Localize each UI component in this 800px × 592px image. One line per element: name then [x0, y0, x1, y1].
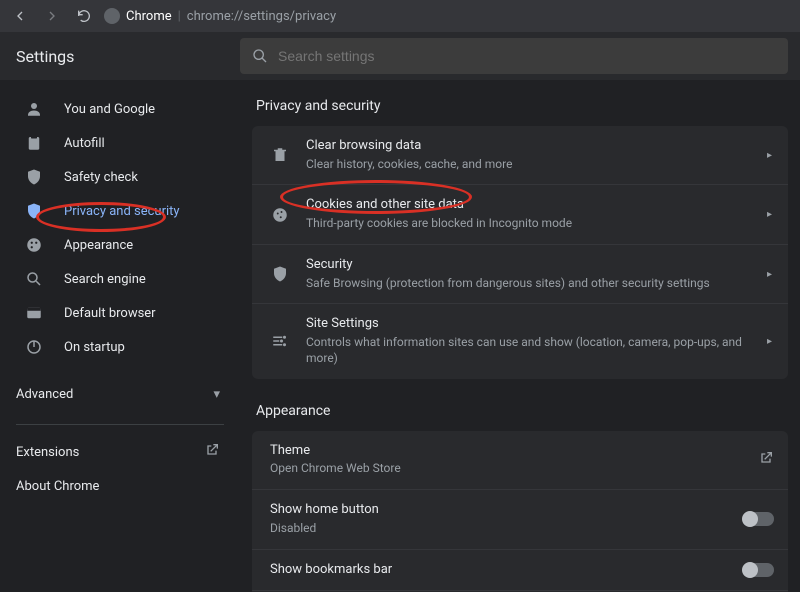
row-title: Security [306, 257, 765, 274]
sidebar-item-label: You and Google [64, 102, 155, 117]
search-icon [24, 269, 44, 289]
sidebar-item-label: Autofill [64, 136, 105, 151]
sidebar-item-appearance[interactable]: Appearance [0, 228, 240, 262]
row-clear-browsing-data[interactable]: Clear browsing data Clear history, cooki… [252, 126, 788, 184]
row-title: Show bookmarks bar [270, 562, 744, 579]
advanced-label: Advanced [16, 387, 73, 402]
shield-icon [266, 265, 294, 283]
row-cookies[interactable]: Cookies and other site data Third-party … [252, 184, 788, 243]
privacy-card: Clear browsing data Clear history, cooki… [252, 126, 788, 379]
settings-header: Settings [0, 32, 800, 80]
chevron-right-icon: ▸ [765, 150, 774, 161]
section-title-privacy: Privacy and security [256, 98, 788, 114]
chevron-right-icon: ▸ [765, 209, 774, 220]
cookie-icon [266, 206, 294, 224]
extensions-label: Extensions [16, 445, 79, 460]
search-icon [252, 48, 268, 64]
sidebar-item-search-engine[interactable]: Search engine [0, 262, 240, 296]
sidebar-item-default-browser[interactable]: Default browser [0, 296, 240, 330]
sidebar-item-label: Safety check [64, 170, 138, 185]
row-subtitle: Third-party cookies are blocked in Incog… [306, 216, 765, 232]
browser-navbar: Chrome | chrome://settings/privacy [0, 0, 800, 32]
row-site-settings[interactable]: Site Settings Controls what information … [252, 303, 788, 378]
sidebar-item-on-startup[interactable]: On startup [0, 330, 240, 364]
row-title: Site Settings [306, 316, 765, 333]
row-security[interactable]: Security Safe Browsing (protection from … [252, 244, 788, 303]
sidebar-item-label: Search engine [64, 272, 146, 287]
sidebar-item-label: On startup [64, 340, 125, 355]
address-path: chrome://settings/privacy [187, 9, 336, 24]
chevron-down-icon: ▾ [213, 387, 220, 402]
divider [16, 424, 224, 425]
sidebar-item-label: Appearance [64, 238, 133, 253]
sidebar-item-you-and-google[interactable]: You and Google [0, 92, 240, 126]
row-bookmarks-bar[interactable]: Show bookmarks bar [252, 549, 788, 591]
sidebar: You and Google Autofill Safety check Pri… [0, 80, 240, 592]
palette-icon [24, 235, 44, 255]
row-subtitle: Controls what information sites can use … [306, 335, 765, 366]
external-link-icon [204, 442, 220, 462]
row-title: Theme [270, 443, 758, 460]
sidebar-advanced-toggle[interactable]: Advanced ▾ [0, 374, 240, 414]
row-subtitle: Safe Browsing (protection from dangerous… [306, 276, 765, 292]
address-bar[interactable]: Chrome | chrome://settings/privacy [104, 8, 336, 24]
site-info-icon[interactable] [104, 8, 120, 24]
main-content: Privacy and security Clear browsing data… [240, 80, 800, 592]
search-input[interactable] [278, 48, 776, 64]
row-title: Cookies and other site data [306, 197, 765, 214]
row-subtitle: Open Chrome Web Store [270, 461, 758, 477]
section-title-appearance: Appearance [256, 403, 788, 419]
tune-icon [266, 332, 294, 350]
shield-icon [24, 201, 44, 221]
chevron-right-icon: ▸ [765, 336, 774, 347]
shield-check-icon [24, 167, 44, 187]
sidebar-item-label: Default browser [64, 306, 156, 321]
search-input-wrap[interactable] [240, 38, 788, 74]
about-label: About Chrome [16, 479, 99, 494]
clipboard-icon [24, 133, 44, 153]
sidebar-item-safety-check[interactable]: Safety check [0, 160, 240, 194]
sidebar-item-autofill[interactable]: Autofill [0, 126, 240, 160]
sidebar-item-privacy-security[interactable]: Privacy and security [0, 194, 240, 228]
external-link-icon [758, 450, 774, 470]
page-title: Settings [0, 47, 240, 66]
toggle-bookmarks-bar[interactable] [744, 563, 774, 577]
sidebar-item-extensions[interactable]: Extensions [0, 435, 240, 469]
toggle-home-button[interactable] [744, 512, 774, 526]
reload-button[interactable] [72, 4, 96, 28]
person-icon [24, 99, 44, 119]
row-subtitle: Disabled [270, 521, 744, 537]
appearance-card: Theme Open Chrome Web Store Show home bu… [252, 431, 788, 592]
row-subtitle: Clear history, cookies, cache, and more [306, 157, 765, 173]
forward-button[interactable] [40, 4, 64, 28]
browser-icon [24, 303, 44, 323]
trash-icon [266, 146, 294, 164]
sidebar-item-label: Privacy and security [64, 204, 180, 219]
row-title: Clear browsing data [306, 138, 765, 155]
row-home-button[interactable]: Show home button Disabled [252, 489, 788, 548]
row-theme[interactable]: Theme Open Chrome Web Store [252, 431, 788, 489]
power-icon [24, 337, 44, 357]
address-host: Chrome [126, 9, 172, 24]
back-button[interactable] [8, 4, 32, 28]
chevron-right-icon: ▸ [765, 269, 774, 280]
row-title: Show home button [270, 502, 744, 519]
sidebar-item-about-chrome[interactable]: About Chrome [0, 469, 240, 503]
